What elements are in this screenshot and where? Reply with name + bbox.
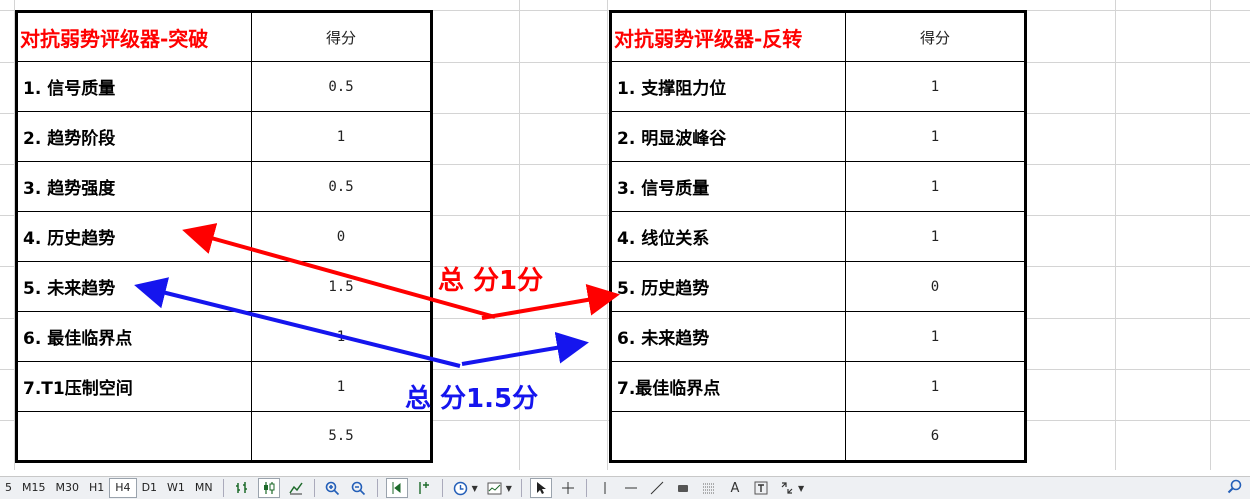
row-label[interactable]: 1. 支撑阻力位	[610, 61, 846, 112]
row-score[interactable]: 1	[845, 61, 1026, 112]
zoom-out-icon[interactable]	[349, 479, 369, 497]
row-label[interactable]: 4. 历史趋势	[16, 211, 252, 262]
chart-shift-icon[interactable]	[414, 479, 434, 497]
score-header[interactable]: 得分	[845, 11, 1026, 62]
timeframe-d1[interactable]: D1	[137, 479, 162, 497]
row-label[interactable]: 4. 线位关系	[610, 211, 846, 262]
timeframe-h1[interactable]: H1	[84, 479, 109, 497]
row-score[interactable]: 1	[845, 111, 1026, 162]
row-score[interactable]: 1	[845, 211, 1026, 262]
row-score[interactable]: 1	[251, 311, 432, 362]
table-title[interactable]: 对抗弱势评级器-反转	[610, 11, 846, 62]
row-score[interactable]: 1	[845, 161, 1026, 212]
row-label[interactable]: 2. 明显波峰谷	[610, 111, 846, 162]
row-label[interactable]: 1. 信号质量	[16, 61, 252, 112]
total-score[interactable]: 5.5	[251, 411, 432, 462]
table-header-row: 对抗弱势评级器-突破 得分	[16, 11, 432, 62]
row-score[interactable]: 0.5	[251, 61, 432, 112]
arrows-icon[interactable]	[777, 479, 797, 497]
toolbar-separator	[222, 479, 224, 497]
timeframe-mn[interactable]: MN	[190, 479, 218, 497]
table-row: 1. 信号质量 0.5	[16, 61, 432, 112]
reversal-rating-table: 对抗弱势评级器-反转 得分 1. 支撑阻力位 1 2. 明显波峰谷 1 3. 信…	[609, 10, 1027, 463]
blue-total-annotation: 总 分1.5分	[405, 384, 539, 414]
table-row: 3. 趋势强度 0.5	[16, 161, 432, 212]
zoom-in-icon[interactable]	[323, 479, 343, 497]
row-score[interactable]: 0	[251, 211, 432, 262]
toolbar-separator	[520, 479, 522, 497]
toolbar-separator	[585, 479, 587, 497]
fibonacci-icon[interactable]	[699, 479, 719, 497]
row-label[interactable]: 7.T1压制空间	[16, 361, 252, 412]
toolbar-separator	[376, 479, 378, 497]
vertical-line-icon[interactable]	[595, 479, 615, 497]
crosshair-icon[interactable]	[558, 479, 578, 497]
table-row: 4. 线位关系 1	[610, 211, 1026, 262]
trendline-icon[interactable]	[647, 479, 667, 497]
chevron-down-icon[interactable]: ▼	[798, 484, 804, 493]
row-label[interactable]: 7.最佳临界点	[610, 361, 846, 412]
breakout-rating-table: 对抗弱势评级器-突破 得分 1. 信号质量 0.5 2. 趋势阶段 1 3. 趋…	[15, 10, 433, 463]
score-header[interactable]: 得分	[251, 11, 432, 62]
row-score[interactable]: 0.5	[251, 161, 432, 212]
chevron-down-icon[interactable]: ▼	[472, 484, 478, 493]
red-total-annotation: 总 分1分	[438, 266, 544, 296]
total-row: 6	[610, 411, 1026, 462]
row-label[interactable]: 5. 未来趋势	[16, 261, 252, 312]
autoscroll-icon[interactable]	[385, 478, 408, 498]
timeframe-w1[interactable]: W1	[162, 479, 190, 497]
toolbar-separator	[313, 479, 315, 497]
total-label-cell[interactable]	[16, 411, 252, 462]
rectangle-icon[interactable]	[673, 479, 693, 497]
table-row: 3. 信号质量 1	[610, 161, 1026, 212]
total-label-cell[interactable]	[610, 411, 846, 462]
line-chart-icon[interactable]	[286, 479, 306, 497]
row-score[interactable]: 0	[845, 261, 1026, 312]
search-icon[interactable]	[1227, 479, 1242, 498]
chevron-down-icon[interactable]: ▼	[506, 484, 512, 493]
row-label[interactable]: 5. 历史趋势	[610, 261, 846, 312]
timeframe-m30[interactable]: M30	[51, 479, 85, 497]
row-label[interactable]: 3. 信号质量	[610, 161, 846, 212]
template-icon[interactable]	[485, 479, 505, 497]
table-row: 6. 最佳临界点 1	[16, 311, 432, 362]
candlestick-icon[interactable]	[257, 478, 280, 498]
total-row: 5.5	[16, 411, 432, 462]
table-row: 1. 支撑阻力位 1	[610, 61, 1026, 112]
row-label[interactable]: 2. 趋势阶段	[16, 111, 252, 162]
table-row: 7.T1压制空间 1	[16, 361, 432, 412]
timeframe-5[interactable]: 5	[0, 479, 17, 497]
cursor-icon[interactable]	[529, 478, 552, 498]
table-row: 4. 历史趋势 0	[16, 211, 432, 262]
text-label-icon[interactable]	[751, 479, 771, 497]
table-row: 2. 明显波峰谷 1	[610, 111, 1026, 162]
row-score[interactable]: 1	[845, 311, 1026, 362]
toolbar-separator	[441, 479, 443, 497]
table-row: 7.最佳临界点 1	[610, 361, 1026, 412]
row-score[interactable]: 1	[251, 111, 432, 162]
row-score[interactable]: 1.5	[251, 261, 432, 312]
row-score[interactable]: 1	[845, 361, 1026, 412]
table-row: 5. 未来趋势 1.5	[16, 261, 432, 312]
row-label[interactable]: 3. 趋势强度	[16, 161, 252, 212]
text-icon[interactable]: A	[725, 479, 745, 497]
chart-toolbar: 5 M15 M30 H1 H4 D1 W1 MN ▼ ▼ A ▼	[0, 476, 1250, 499]
timeframe-m15[interactable]: M15	[17, 479, 51, 497]
table-header-row: 对抗弱势评级器-反转 得分	[610, 11, 1026, 62]
horizontal-line-icon[interactable]	[621, 479, 641, 497]
table-row: 2. 趋势阶段 1	[16, 111, 432, 162]
table-row: 5. 历史趋势 0	[610, 261, 1026, 312]
row-label[interactable]: 6. 未来趋势	[610, 311, 846, 362]
bar-chart-icon[interactable]	[232, 479, 252, 497]
table-row: 6. 未来趋势 1	[610, 311, 1026, 362]
clock-icon[interactable]	[451, 479, 471, 497]
total-score[interactable]: 6	[845, 411, 1026, 462]
table-title[interactable]: 对抗弱势评级器-突破	[16, 11, 252, 62]
timeframe-h4[interactable]: H4	[109, 478, 137, 498]
row-label[interactable]: 6. 最佳临界点	[16, 311, 252, 362]
